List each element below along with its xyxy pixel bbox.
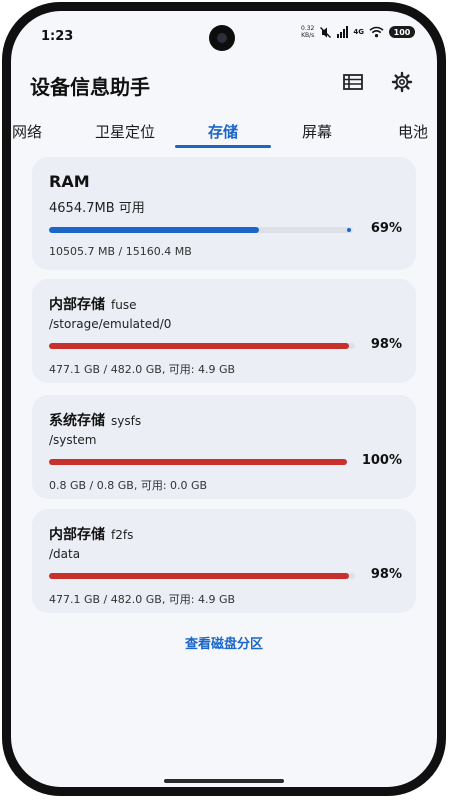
screen: 1:23 0.32 KB/s 4G 100 设备信息助手 网络 卫星定位 存储 … [11,11,437,787]
mute-icon [320,26,332,38]
storage-progress-track [49,573,355,579]
tab-network[interactable]: 网络 [11,115,49,147]
storage-path: /system [49,433,97,447]
camera-cutout [209,25,235,51]
tab-gnss[interactable]: 卫星定位 [83,115,167,147]
home-indicator[interactable] [164,779,284,783]
storage-title: 内部存储 fuse [49,294,136,314]
storage-fs: fuse [111,298,137,312]
ram-available: 4654.7MB 可用 [49,201,145,216]
storage-progress-fill [49,343,349,349]
storage-percent: 98% [370,567,402,582]
storage-fs: sysfs [111,414,142,428]
net-speed: 0.32 KB/s [301,25,314,39]
storage-card-data-f2fs: 内部存储 f2fs /data 98% 477.1 GB / 482.0 GB, … [32,509,416,613]
storage-progress-track [49,459,347,465]
ram-progress-fill [49,227,259,233]
status-bar: 1:23 0.32 KB/s 4G 100 [11,11,437,61]
tab-battery[interactable]: 电池 [385,115,437,147]
view-partitions-link[interactable]: 查看磁盘分区 [11,633,437,652]
phone-frame: 1:23 0.32 KB/s 4G 100 设备信息助手 网络 卫星定位 存储 … [2,2,446,796]
net-speed-unit: KB/s [301,32,315,39]
storage-progress-fill [49,573,349,579]
storage-card-internal-fuse: 内部存储 fuse /storage/emulated/0 98% 477.1 G… [32,279,416,383]
storage-detail: 477.1 GB / 482.0 GB, 可用: 4.9 GB [49,593,236,606]
ram-title: RAM [49,172,90,191]
storage-progress-fill [49,459,347,465]
gear-icon[interactable] [389,69,415,95]
storage-percent: 98% [370,337,402,352]
page-title: 设备信息助手 [30,75,150,99]
net-speed-value: 0.32 [301,25,315,32]
tab-indicator [175,145,271,148]
wifi-icon [369,26,384,38]
storage-detail: 477.1 GB / 482.0 GB, 可用: 4.9 GB [49,363,236,376]
tab-bar: 网络 卫星定位 存储 屏幕 电池 [11,115,437,149]
storage-card-system-sysfs: 系统存储 sysfs /system 100% 0.8 GB / 0.8 GB, … [32,395,416,499]
tab-screen[interactable]: 屏幕 [289,115,345,147]
battery-indicator: 100 [389,26,415,38]
ram-percent: 69% [370,221,402,236]
storage-fs: f2fs [111,528,134,542]
signal-icon [337,26,349,38]
ram-progress-end-dot [347,228,351,232]
storage-path: /storage/emulated/0 [49,317,172,331]
storage-path: /data [49,547,81,561]
list-icon[interactable] [340,69,366,95]
ram-card: RAM 4654.7MB 可用 69% 10505.7 MB / 15160.4… [32,157,416,270]
storage-name: 内部存储 [49,527,105,543]
storage-title: 内部存储 f2fs [49,524,133,544]
storage-name: 内部存储 [49,297,105,313]
status-time: 1:23 [41,29,74,44]
storage-detail: 0.8 GB / 0.8 GB, 可用: 0.0 GB [49,479,208,492]
ram-detail: 10505.7 MB / 15160.4 MB [49,245,192,258]
status-icons: 0.32 KB/s 4G 100 [301,25,415,39]
tab-storage[interactable]: 存储 [175,115,271,147]
network-type: 4G [353,28,364,36]
storage-progress-track [49,343,355,349]
ram-progress-track [49,227,353,233]
storage-name: 系统存储 [49,413,105,429]
storage-title: 系统存储 sysfs [49,410,141,430]
storage-percent: 100% [361,453,402,468]
